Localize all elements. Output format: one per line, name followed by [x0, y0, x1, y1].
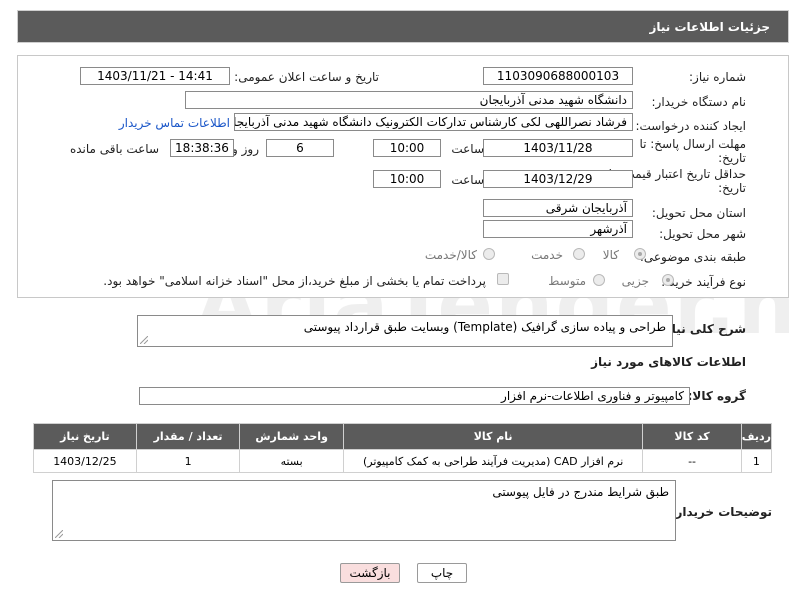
- table-header-row: ردیف کد کالا نام کالا واحد شمارش تعداد /…: [33, 423, 773, 450]
- validity-date-label: تاریخ:: [718, 181, 746, 195]
- header-need-date: تاریخ نیاز: [33, 423, 137, 450]
- requester-field[interactable]: فرشاد نصراللهی لکی کارشناس تدارکات الکتر…: [234, 113, 633, 131]
- buyer-notes-label: توضیحات خریدار:: [670, 505, 772, 519]
- treasury-payment-checkbox[interactable]: [497, 273, 509, 285]
- province-label: استان محل تحویل:: [651, 206, 746, 220]
- validity-date-field[interactable]: 1403/12/29: [483, 170, 633, 188]
- remaining-time-label: ساعت باقی مانده: [69, 142, 159, 156]
- description-field[interactable]: طراحی و پیاده سازی گرافیک (Template) وبس…: [137, 315, 673, 347]
- category-label: طبقه بندی موضوعی:: [639, 250, 746, 264]
- items-table: ردیف کد کالا نام کالا واحد شمارش تعداد /…: [33, 423, 773, 473]
- buyer-org-label: نام دستگاه خریدار:: [651, 95, 747, 109]
- need-date-cell: 1403/12/25: [33, 449, 137, 473]
- header-item-code: کد کالا: [642, 423, 742, 450]
- category-radio-goods-service[interactable]: [483, 248, 495, 260]
- province-field[interactable]: آذربایجان شرقی: [483, 199, 633, 217]
- print-button[interactable]: چاپ: [417, 563, 467, 583]
- need-number-field[interactable]: 1103090688000103: [483, 67, 633, 85]
- deadline-time-label: ساعت: [451, 142, 484, 156]
- goods-group-label: گروه کالا:: [687, 389, 746, 403]
- category-option-goods: کالا: [602, 248, 619, 262]
- announce-label: تاریخ و ساعت اعلان عمومی:: [234, 70, 379, 84]
- table-row[interactable]: 1 -- نرم افزار CAD (مدیریت فرآیند طراحی …: [33, 449, 773, 473]
- need-number-label: شماره نیاز:: [689, 70, 746, 84]
- page-header: جزئیات اطلاعات نیاز: [17, 10, 789, 43]
- buyer-org-field[interactable]: دانشگاه شهید مدنی آذربایجان: [185, 91, 633, 109]
- buyer-notes-text: طبق شرایط مندرج در فایل پیوستی: [492, 485, 669, 499]
- description-text: طراحی و پیاده سازی گرافیک (Template) وبس…: [303, 320, 666, 334]
- process-radio-medium[interactable]: [593, 274, 605, 286]
- category-radio-service[interactable]: [573, 248, 585, 260]
- validity-time-field[interactable]: 10:00: [373, 170, 441, 188]
- treasury-payment-note: پرداخت تمام یا بخشی از مبلغ خرید،از محل …: [103, 274, 486, 288]
- category-option-service: خدمت: [531, 248, 563, 262]
- header-quantity: تعداد / مقدار: [135, 423, 241, 450]
- days-label: روز و: [232, 142, 259, 156]
- goods-section-title: اطلاعات کالاهای مورد نیاز: [591, 355, 746, 369]
- announce-datetime-field[interactable]: 1403/11/21 - 14:41: [80, 67, 230, 85]
- page-title: جزئیات اطلاعات نیاز: [649, 20, 770, 34]
- header-row-number: ردیف: [740, 423, 773, 450]
- remaining-time-field[interactable]: 18:38:36: [170, 139, 234, 157]
- deadline-date-field[interactable]: 1403/11/28: [483, 139, 633, 157]
- row-number-cell: 1: [740, 449, 773, 473]
- process-radio-minor[interactable]: [662, 274, 674, 286]
- resize-grip-icon[interactable]: [140, 336, 148, 344]
- quantity-cell: 1: [135, 449, 241, 473]
- process-option-medium: متوسط: [548, 274, 586, 288]
- item-code-cell: --: [642, 449, 742, 473]
- goods-group-field[interactable]: کامپیوتر و فناوری اطلاعات-نرم افزار: [139, 387, 690, 405]
- buyer-notes-field[interactable]: طبق شرایط مندرج در فایل پیوستی: [52, 480, 676, 541]
- validity-time-label: ساعت: [451, 173, 484, 187]
- category-option-goods-service: کالا/خدمت: [424, 248, 477, 262]
- process-option-minor: جزیی: [621, 274, 649, 288]
- item-name-cell: نرم افزار CAD (مدیریت فرآیند طراحی به کم…: [342, 449, 644, 473]
- unit-cell: بسته: [239, 449, 344, 473]
- header-unit: واحد شمارش: [239, 423, 344, 450]
- header-item-name: نام کالا: [342, 423, 644, 450]
- days-remaining-field[interactable]: 6: [266, 139, 334, 157]
- category-radio-goods[interactable]: [634, 248, 646, 260]
- back-button[interactable]: بازگشت: [340, 563, 400, 583]
- deadline-time-field[interactable]: 10:00: [373, 139, 441, 157]
- deadline-date-label: تاریخ:: [718, 151, 746, 165]
- deadline-label: مهلت ارسال پاسخ: تا: [639, 137, 746, 151]
- buyer-contact-link[interactable]: اطلاعات تماس خریدار: [119, 116, 230, 130]
- requester-label: ایجاد کننده درخواست:: [635, 119, 746, 133]
- resize-grip-icon[interactable]: [55, 530, 63, 538]
- process-label: نوع فرآیند خرید :: [661, 275, 746, 289]
- city-field[interactable]: آذرشهر: [483, 220, 633, 238]
- city-label: شهر محل تحویل:: [659, 227, 746, 241]
